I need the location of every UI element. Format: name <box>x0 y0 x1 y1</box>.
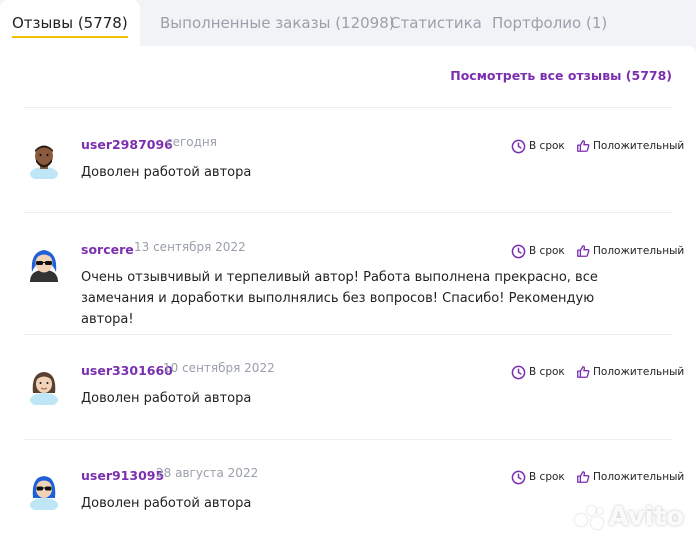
tab-reviews[interactable]: Отзывы (5778) <box>0 0 140 46</box>
avatar-icon <box>30 145 58 179</box>
active-tab-underline <box>12 36 128 38</box>
review-username[interactable]: user3301660 <box>81 363 173 378</box>
review-text: Доволен работой автора <box>81 391 252 406</box>
on-time-label: В срок <box>529 366 565 378</box>
positive-label: Положительный <box>593 471 685 483</box>
review-text: Доволен работой автора <box>81 165 252 180</box>
avatar-icon <box>30 476 58 510</box>
tabs-bar: Отзывы (5778) Выполненные заказы (12098)… <box>0 0 696 46</box>
review-date: 10 сентября 2022 <box>163 361 275 375</box>
review-date: 28 августа 2022 <box>156 466 259 480</box>
avito-watermark: Avito <box>574 502 684 532</box>
review-username[interactable]: user913095 <box>81 468 164 483</box>
review-username[interactable]: user2987096 <box>81 137 173 152</box>
clock-icon <box>511 139 526 153</box>
divider <box>24 334 672 335</box>
on-time-badge: В срок <box>511 242 565 260</box>
positive-label: Положительный <box>593 140 685 152</box>
avatar-icon <box>30 250 58 282</box>
review-text: Доволен работой автора <box>81 496 252 511</box>
positive-label: Положительный <box>593 366 685 378</box>
clock-icon <box>511 470 526 484</box>
clock-icon <box>511 365 526 379</box>
review-text: Очень отзывчивый и терпеливый автор! Раб… <box>81 270 598 327</box>
avito-logo-icon <box>574 504 605 530</box>
divider <box>24 107 672 108</box>
positive-badge: Положительный <box>576 242 684 260</box>
tab-statistics[interactable]: Статистика <box>390 0 482 46</box>
on-time-badge: В срок <box>511 468 565 486</box>
tab-completed-orders[interactable]: Выполненные заказы (12098) <box>160 0 395 46</box>
positive-badge: Положительный <box>576 468 684 486</box>
tab-reviews-label: Отзывы (5778) <box>12 14 128 32</box>
tab-portfolio[interactable]: Портфолио (1) <box>492 0 607 46</box>
on-time-badge: В срок <box>511 137 565 155</box>
clock-icon <box>511 244 526 258</box>
positive-badge: Положительный <box>576 363 684 381</box>
on-time-badge: В срок <box>511 363 565 381</box>
positive-badge: Положительный <box>576 137 684 155</box>
divider <box>24 439 672 440</box>
see-all-reviews-link[interactable]: Посмотреть все отзывы (5778) <box>450 68 672 83</box>
thumbs-up-icon <box>577 140 590 152</box>
divider <box>24 212 672 213</box>
on-time-label: В срок <box>529 140 565 152</box>
review-date: сегодня <box>166 135 217 149</box>
positive-label: Положительный <box>593 245 685 257</box>
thumbs-up-icon <box>577 366 590 378</box>
avatar-icon <box>30 372 58 405</box>
review-date: 13 сентября 2022 <box>134 240 246 254</box>
review-username[interactable]: sorcere <box>81 242 134 257</box>
thumbs-up-icon <box>577 245 590 257</box>
on-time-label: В срок <box>529 245 565 257</box>
thumbs-up-icon <box>577 471 590 483</box>
reviews-panel: Посмотреть все отзывы (5778) user2987096… <box>0 46 696 540</box>
watermark-text: Avito <box>608 502 684 532</box>
on-time-label: В срок <box>529 471 565 483</box>
